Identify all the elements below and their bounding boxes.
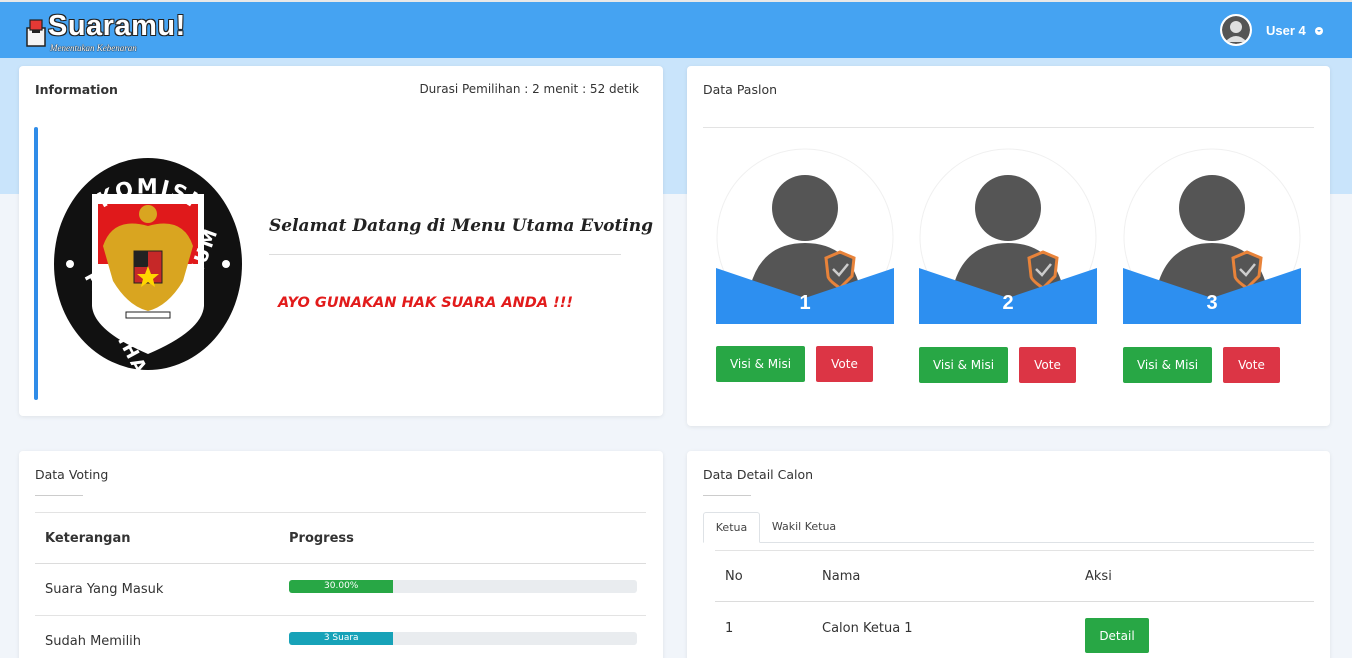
column-header-keterangan: Keterangan bbox=[45, 531, 131, 546]
kpu-logo: KOMISI PEMILIHAN UMUM bbox=[54, 158, 242, 372]
visi-misi-button[interactable]: Visi & Misi bbox=[1123, 347, 1212, 383]
paslon-card: Data Paslon 1 Visi & Misi Vote 2 Visi & … bbox=[687, 66, 1330, 426]
information-card: Information Durasi Pemilihan : 2 menit :… bbox=[19, 66, 663, 416]
card-title: Data Detail Calon bbox=[703, 467, 814, 482]
progress-bar-sudah-memilih: 3 Suara bbox=[289, 632, 394, 645]
candidate-photo: 2 bbox=[919, 148, 1097, 326]
tab-wakil-ketua[interactable]: Wakil Ketua bbox=[762, 512, 846, 543]
row-label: Sudah Memilih bbox=[45, 634, 142, 649]
detail-button[interactable]: Detail bbox=[1085, 618, 1149, 653]
detail-candidate-card: Data Detail Calon Ketua Wakil Ketua No N… bbox=[687, 451, 1330, 658]
candidate-name: Calon Ketua 1 bbox=[822, 621, 913, 636]
title-underline bbox=[35, 495, 83, 496]
title-underline bbox=[703, 495, 751, 496]
candidate-card-1: 1 Visi & Misi Vote bbox=[716, 148, 894, 382]
chevron-down-icon bbox=[1314, 27, 1323, 35]
column-header-aksi: Aksi bbox=[1085, 569, 1112, 584]
card-title: Data Paslon bbox=[703, 82, 778, 97]
candidate-photo: 3 bbox=[1123, 148, 1301, 326]
voting-card: Data Voting Keterangan Progress Suara Ya… bbox=[19, 451, 663, 658]
brand-tagline: Menentukan Kebenaran bbox=[50, 43, 137, 53]
divider bbox=[703, 127, 1314, 128]
column-header-progress: Progress bbox=[289, 531, 354, 546]
candidate-card-2: 2 Visi & Misi Vote bbox=[919, 148, 1097, 383]
user-name: User 4 bbox=[1266, 22, 1306, 38]
visi-misi-button[interactable]: Visi & Misi bbox=[919, 347, 1008, 383]
progress-track: 3 Suara bbox=[289, 632, 637, 645]
election-duration: Durasi Pemilihan : 2 menit : 52 detik bbox=[419, 82, 639, 96]
call-to-action-text: AYO GUNAKAN HAK SUARA ANDA !!! bbox=[278, 295, 573, 311]
column-header-no: No bbox=[725, 569, 743, 584]
divider bbox=[35, 563, 646, 564]
candidate-number: 1 bbox=[799, 292, 811, 314]
row-number: 1 bbox=[725, 621, 734, 636]
column-header-nama: Nama bbox=[822, 569, 861, 584]
divider bbox=[269, 254, 621, 255]
divider bbox=[35, 615, 646, 616]
accent-stripe bbox=[34, 127, 38, 400]
candidate-tabs: Ketua Wakil Ketua bbox=[703, 512, 1314, 543]
candidate-card-3: 3 Visi & Misi Vote bbox=[1123, 148, 1301, 383]
divider bbox=[715, 550, 1314, 551]
candidate-number: 2 bbox=[1002, 292, 1014, 314]
vote-button[interactable]: Vote bbox=[1019, 347, 1076, 383]
divider bbox=[715, 601, 1314, 602]
card-title: Data Voting bbox=[35, 467, 109, 482]
vote-button[interactable]: Vote bbox=[816, 346, 873, 382]
candidate-photo: 1 bbox=[716, 148, 894, 326]
tab-ketua[interactable]: Ketua bbox=[703, 512, 760, 543]
welcome-message: Selamat Datang di Menu Utama Evoting bbox=[269, 216, 654, 236]
row-label: Suara Yang Masuk bbox=[45, 582, 164, 597]
progress-track: 30.00% bbox=[289, 580, 637, 593]
vote-button[interactable]: Vote bbox=[1223, 347, 1280, 383]
user-menu[interactable]: User 4 bbox=[1220, 14, 1323, 46]
brand-name: Suaramu! bbox=[48, 10, 186, 42]
visi-misi-button[interactable]: Visi & Misi bbox=[716, 346, 805, 382]
progress-bar-suara-masuk: 30.00% bbox=[289, 580, 394, 593]
ballot-box-icon bbox=[26, 19, 46, 47]
candidate-number: 3 bbox=[1206, 292, 1218, 314]
user-avatar-icon bbox=[1220, 14, 1252, 46]
card-title: Information bbox=[35, 82, 118, 97]
divider bbox=[35, 512, 646, 513]
top-navbar: Suaramu! Menentukan Kebenaran User 4 bbox=[0, 0, 1352, 58]
app-logo[interactable]: Suaramu! Menentukan Kebenaran bbox=[26, 10, 186, 54]
